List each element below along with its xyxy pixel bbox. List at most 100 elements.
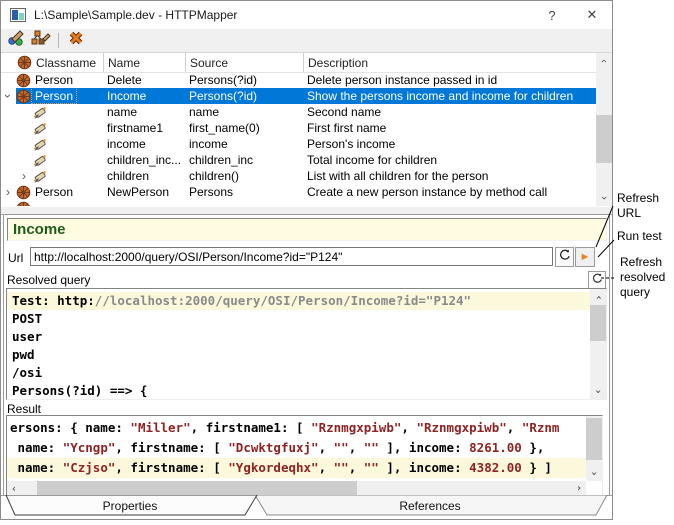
table-row[interactable]: ›PersonNewPersonPersonsCreate a new pers… [1, 184, 596, 200]
code-segment: "Miller" [130, 420, 190, 435]
source-cell: Persons(?id) [185, 73, 303, 87]
property-icon [31, 105, 48, 120]
name-cell: Income [103, 89, 185, 103]
table-row[interactable]: firstname1first_name(0)First first name [1, 120, 596, 136]
annotation-line: resolved [620, 270, 665, 285]
grid-vertical-scrollbar[interactable]: › › [596, 53, 612, 206]
edit-mapping-button[interactable] [5, 31, 27, 51]
property-icon [31, 137, 48, 152]
url-label: Url [8, 251, 23, 265]
scroll-left-icon[interactable]: › [7, 481, 21, 495]
table-row[interactable]: ›PersonIncomePersons(?id)Show the person… [1, 88, 596, 104]
result-area: ersons: { name: "Miller", firstname1: [ … [6, 415, 603, 496]
code-segment: "Rznmgxpiwb" [416, 420, 506, 435]
code-line: name: "Ycngp", firstname: [ "Dcwktgfuxj"… [7, 438, 586, 458]
refresh-resolved-query-button[interactable] [588, 271, 606, 289]
code-segment: , [349, 440, 364, 455]
code-segment: name: [10, 460, 63, 475]
grid-header: Classname Name Source Description [1, 53, 596, 73]
tree-cell [1, 105, 103, 120]
table-row[interactable]: children_inc...children_incTotal income … [1, 152, 596, 168]
column-header-source[interactable]: Source [186, 53, 304, 72]
code-segment: , [349, 460, 364, 475]
delete-button[interactable] [65, 31, 87, 51]
scroll-down-icon[interactable]: › [586, 465, 602, 481]
code-segment: "" [364, 440, 379, 455]
column-header-description[interactable]: Description [304, 53, 596, 72]
column-header-classname[interactable]: Classname [1, 53, 104, 72]
scrollbar-thumb[interactable] [37, 481, 357, 495]
code-segment: "Dcwktgfuxj" [228, 440, 318, 455]
chevron-down-icon[interactable]: › [1, 89, 15, 103]
code-segment: ], income: [379, 460, 469, 475]
result-label: Result [7, 402, 41, 416]
code-segment: "Rznm [522, 420, 560, 435]
run-icon: ► [580, 251, 591, 263]
refresh-url-button[interactable] [555, 247, 574, 267]
tab-properties-label[interactable]: Properties [11, 499, 249, 513]
tree-cell: ›Person [1, 185, 103, 200]
code-segment: 4382.00 [469, 460, 522, 475]
code-line: Persons(?id) ==> { [7, 382, 590, 399]
source-cell: first_name(0) [185, 121, 303, 135]
run-test-button[interactable]: ► [575, 247, 595, 267]
app-window: L:\Sample\Sample.dev - HTTPMapper ? ✕ [0, 0, 613, 520]
resolved-query-scrollbar[interactable]: › › [590, 289, 606, 399]
description-cell: Person's income [303, 137, 596, 151]
code-segment: "Rznmgxpiwb" [311, 420, 401, 435]
table-row[interactable]: namenameSecond name [1, 104, 596, 120]
annotation-line: Refresh [617, 191, 659, 206]
column-header-name[interactable]: Name [104, 53, 186, 72]
table-row[interactable]: incomeincomePerson's income [1, 136, 596, 152]
resolved-query-area: Test: http://localhost:2000/query/OSI/Pe… [6, 288, 607, 400]
property-icon [31, 153, 48, 168]
annotation-refresh-url: RefreshURL [617, 191, 659, 221]
class-icon [15, 73, 32, 88]
edit-structure-button[interactable] [30, 31, 52, 51]
scrollbar-thumb[interactable] [586, 418, 602, 460]
scroll-up-icon[interactable]: › [590, 289, 606, 305]
annotation-line: URL [617, 206, 659, 221]
tab-references-label[interactable]: References [265, 499, 595, 513]
scroll-right-icon[interactable]: › [572, 481, 586, 495]
code-segment: "Czjso" [63, 460, 116, 475]
name-cell: children [103, 169, 185, 183]
code-line: Test: http://localhost:2000/query/OSI/Pe… [7, 292, 590, 310]
code-segment: , firstname1: [ [191, 420, 311, 435]
description-cell: Create a new person instance by method c… [303, 185, 596, 199]
property-icon [31, 121, 48, 136]
result-horizontal-scrollbar[interactable]: › › [7, 481, 586, 495]
chevron-right-icon[interactable]: › [17, 169, 31, 183]
code-segment: , [401, 420, 416, 435]
code-segment: "" [334, 460, 349, 475]
scroll-up-icon[interactable]: › [596, 53, 612, 69]
code-segment: }, [522, 440, 545, 455]
scroll-down-icon[interactable]: › [596, 190, 612, 206]
name-cell: children_inc... [103, 153, 185, 167]
tree-cell: › [1, 169, 103, 184]
code-segment: , [319, 440, 334, 455]
scrollbar-thumb[interactable] [590, 305, 606, 341]
table-row[interactable]: ›childrenchildren()List with all childre… [1, 168, 596, 184]
name-cell: income [103, 137, 185, 151]
grid-body: PersonDeletePersons(?id)Delete person in… [1, 72, 596, 206]
name-cell: Delete [103, 73, 185, 87]
tree-cell [1, 153, 103, 168]
result-vertical-scrollbar[interactable]: › [586, 416, 602, 481]
bottom-tab-bar: Properties References [1, 495, 612, 518]
url-input[interactable] [30, 247, 553, 266]
scroll-down-icon[interactable]: › [590, 383, 606, 399]
toolbar [1, 29, 612, 53]
code-segment: pwd [12, 347, 35, 362]
code-segment: user [12, 329, 42, 344]
help-button[interactable]: ? [532, 1, 572, 29]
delete-icon [68, 30, 84, 51]
mapping-grid: Classname Name Source Description Person… [1, 53, 612, 206]
caption-buttons: ? ✕ [532, 1, 612, 29]
scrollbar-thumb[interactable] [596, 115, 612, 163]
tree-cell [1, 137, 103, 152]
table-row[interactable]: PersonDeletePersons(?id)Delete person in… [1, 72, 596, 88]
close-button[interactable]: ✕ [572, 1, 612, 29]
detail-panel: Income Url ► Resolved query Test: http:/… [3, 214, 610, 497]
chevron-right-icon[interactable]: › [1, 185, 15, 199]
